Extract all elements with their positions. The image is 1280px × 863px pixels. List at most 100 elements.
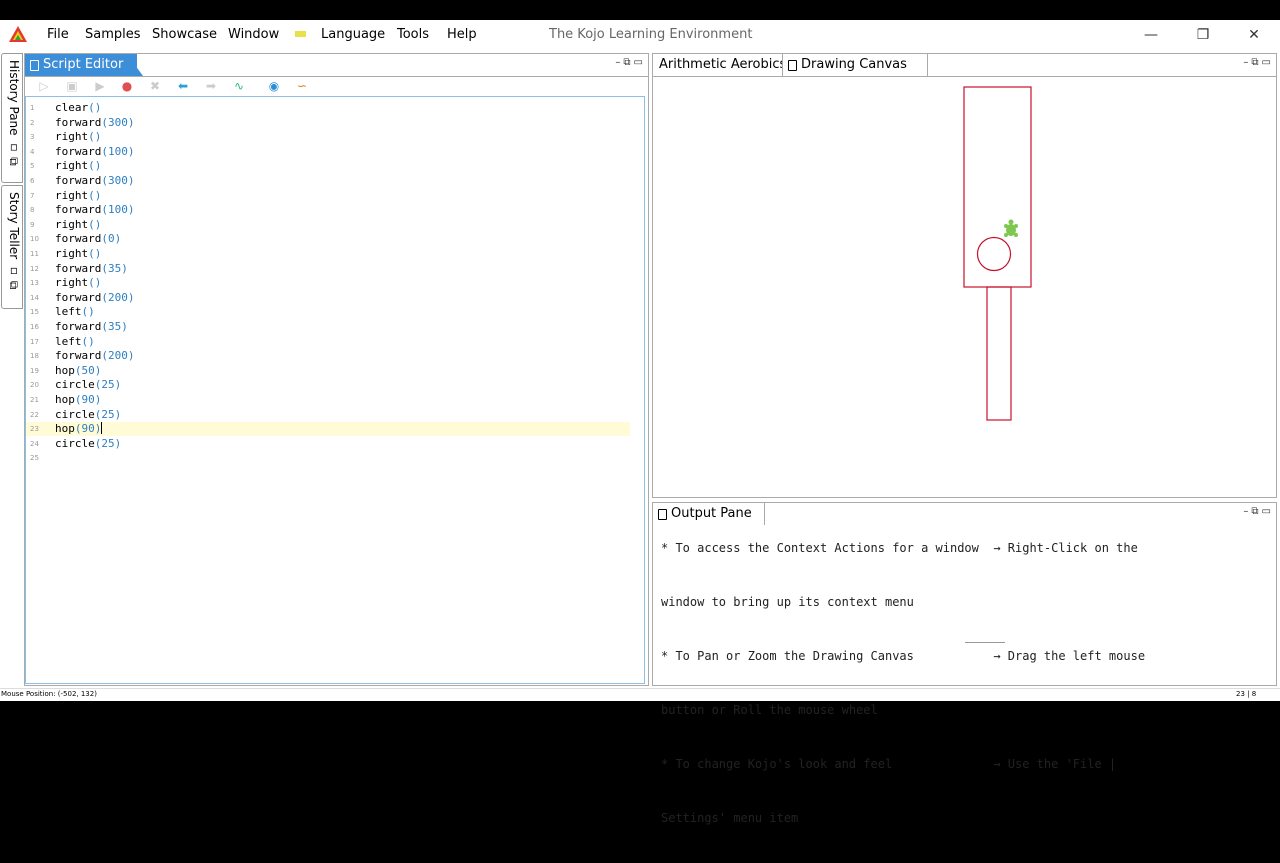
run-icon[interactable]: ▷ [37,79,51,93]
line-number: 6 [30,177,35,185]
code-line[interactable]: 19 hop(50) [26,364,630,378]
code-text: forward(300) [55,116,134,129]
code-args: () [88,159,102,173]
output-text: * To access the Context Actions for a wi… [661,503,1270,863]
code-line[interactable]: 20 circle(25) [26,378,630,392]
line-number: 5 [30,162,35,171]
code-line[interactable]: 11 right() [26,247,630,261]
minimize-icon[interactable]: — [1141,26,1161,46]
code-line[interactable]: 18 forward(200) [26,349,630,363]
menu-file[interactable]: File [47,27,69,42]
code-line[interactable]: 22 circle(25) [26,408,630,422]
menu-samples[interactable]: Samples [85,27,141,42]
history-pane-label: History Pane ▫ ⧉ [7,60,21,166]
code-function: forward [55,203,102,217]
code-line[interactable]: 8 forward(100) [26,203,630,217]
restore-icon[interactable]: ❐ [1193,26,1213,46]
menu-bar: File Samples Showcase Window Language To… [0,20,1280,52]
side-tab-history[interactable]: History Pane ▫ ⧉ [1,53,23,183]
code-line[interactable]: 23 hop(90) [26,422,630,437]
code-args: (35) [101,320,128,333]
tab-script-editor-label: Script Editor [43,57,124,72]
status-bar: Mouse Position: (-502, 132) 23 | 8 [0,688,1280,701]
code-text: forward(200) [55,291,134,304]
code-line[interactable]: 3 right() [26,130,630,144]
globe-icon[interactable]: ◉ [267,79,281,93]
menu-tools[interactable]: Tools [397,27,429,42]
drawing-canvas[interactable] [653,76,1276,497]
code-line[interactable]: 2 forward(300) [26,116,630,130]
code-line[interactable]: 4 forward(100) [26,145,630,159]
line-number: 24 [30,439,39,448]
run-worksheet-icon[interactable]: ▣ [65,79,79,93]
code-args: (90) [74,422,102,436]
tab-drawing-canvas[interactable]: Drawing Canvas [782,54,928,76]
line-number: 2 [30,118,35,127]
code-args: () [88,101,102,114]
line-number: 1 [30,104,35,112]
code-line[interactable]: 25 [26,451,630,465]
code-editor[interactable]: 1 clear() 2 forward(300) 3 right() 4 forward(10… [25,96,645,684]
code-args: (100) [101,144,135,158]
menu-window[interactable]: Window [228,27,279,42]
code-line[interactable]: 7 right() [26,189,630,203]
tab-arithmetic-aerobics[interactable]: Arithmetic Aerobics [653,54,796,76]
code-line[interactable]: 21 hop(90) [26,393,630,407]
code-line[interactable]: 15 left() [26,305,630,319]
menu-showcase[interactable]: Showcase [152,27,217,42]
side-tab-story-teller[interactable]: Story Teller ▫ ⧉ [1,185,23,309]
step-icon[interactable]: ▶ [93,79,107,93]
drawn-circle [976,236,1012,272]
code-line[interactable]: 17 left() [26,335,630,349]
stop-icon[interactable]: ● [120,79,134,93]
line-number: 22 [30,410,39,419]
code-function: forward [55,261,102,275]
code-text: hop(50) [55,364,101,377]
line-number: 18 [30,352,39,361]
output-line: * To change Kojo's look and feel → Use t… [661,757,1117,771]
code-text: clear() [55,101,101,114]
line-number: 23 [30,425,39,434]
code-function: circle [55,407,95,421]
line-number: 14 [30,293,39,302]
code-line[interactable]: 10 forward(0) [26,232,630,246]
code-args: () [81,334,95,348]
code-line[interactable]: 13 right() [26,276,630,290]
code-function: circle [55,436,95,450]
code-args: (300) [101,174,135,187]
kojo-window: File Samples Showcase Window Language To… [0,20,1280,825]
code-args: (200) [101,349,135,363]
pane-controls-icon[interactable]: –⧉▭ [615,57,646,68]
code-line[interactable]: 6 forward(300) [26,174,630,188]
menu-help[interactable]: Help [447,27,477,42]
code-text: forward(35) [55,320,128,333]
story-teller-label: Story Teller ▫ ⧉ [7,192,21,290]
line-number: 4 [30,147,35,156]
line-number: 19 [30,366,39,375]
line-number: 21 [30,396,39,404]
line-number: 3 [30,133,35,142]
close-icon[interactable]: ✕ [1244,26,1264,46]
format-icon[interactable]: ∿ [232,79,246,93]
clear-icon[interactable]: ✖ [148,79,162,93]
code-text: circle(25) [55,437,121,450]
kojo-icon[interactable]: ∽ [295,79,309,93]
code-line[interactable]: 5 right() [26,159,630,173]
tab-script-editor[interactable]: Script Editor [25,54,138,76]
menu-language[interactable]: Language [321,27,385,42]
undo-icon[interactable]: ⬅ [176,79,190,93]
code-args: () [81,305,95,319]
pane-controls-icon[interactable]: –⧉▭ [1243,57,1274,68]
code-text: forward(100) [55,203,134,216]
code-line[interactable]: 24 circle(25) [26,437,630,451]
code-line[interactable]: 14 forward(200) [26,291,630,305]
code-line[interactable]: 16 forward(35) [26,320,630,334]
code-line[interactable]: 1 clear() [26,101,630,115]
redo-icon[interactable]: ➡ [204,79,218,93]
code-function: forward [55,144,102,158]
code-line[interactable]: 9 right() [26,218,630,232]
code-line[interactable]: 12 forward(35) [26,262,630,276]
canvas-pane: Arithmetic Aerobics Drawing Canvas –⧉▭ [652,53,1277,498]
line-number: 10 [30,235,39,244]
code-text: left() [55,305,95,318]
